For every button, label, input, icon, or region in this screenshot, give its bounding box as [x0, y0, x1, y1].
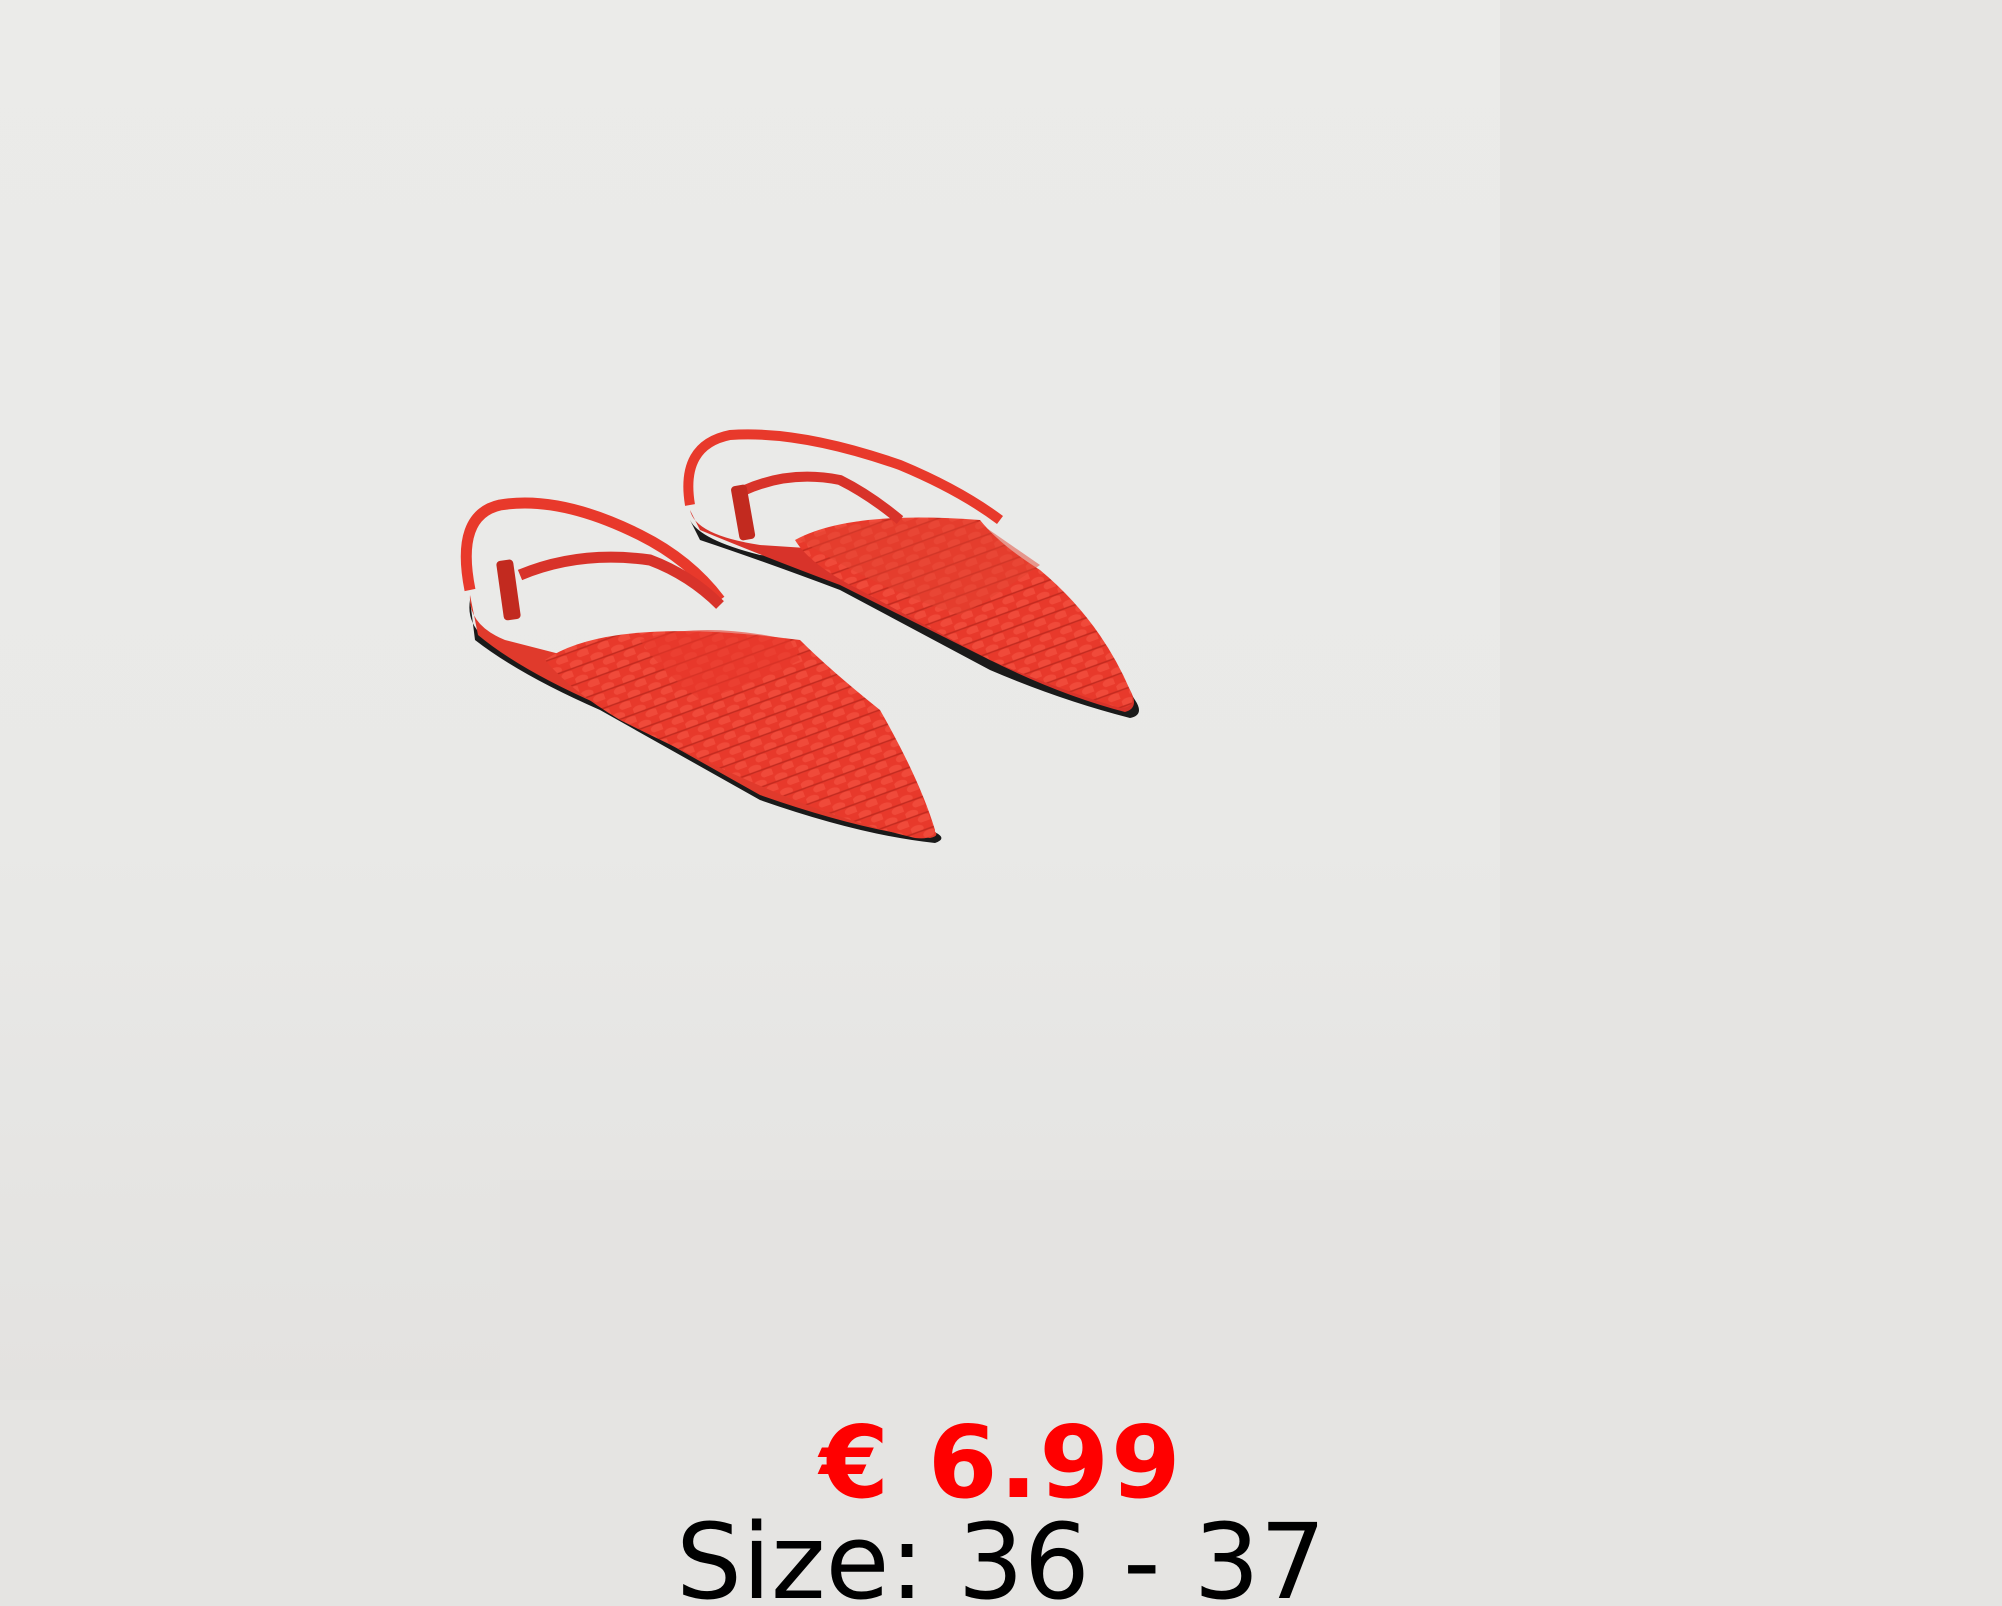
- woven-slingback-shoes-icon: [460, 429, 1139, 843]
- size-label: Size: 36 - 37: [676, 1501, 1326, 1606]
- product-card: € 6.99 Size: 36 - 37: [0, 0, 2002, 1606]
- product-photo[interactable]: [0, 0, 1500, 1400]
